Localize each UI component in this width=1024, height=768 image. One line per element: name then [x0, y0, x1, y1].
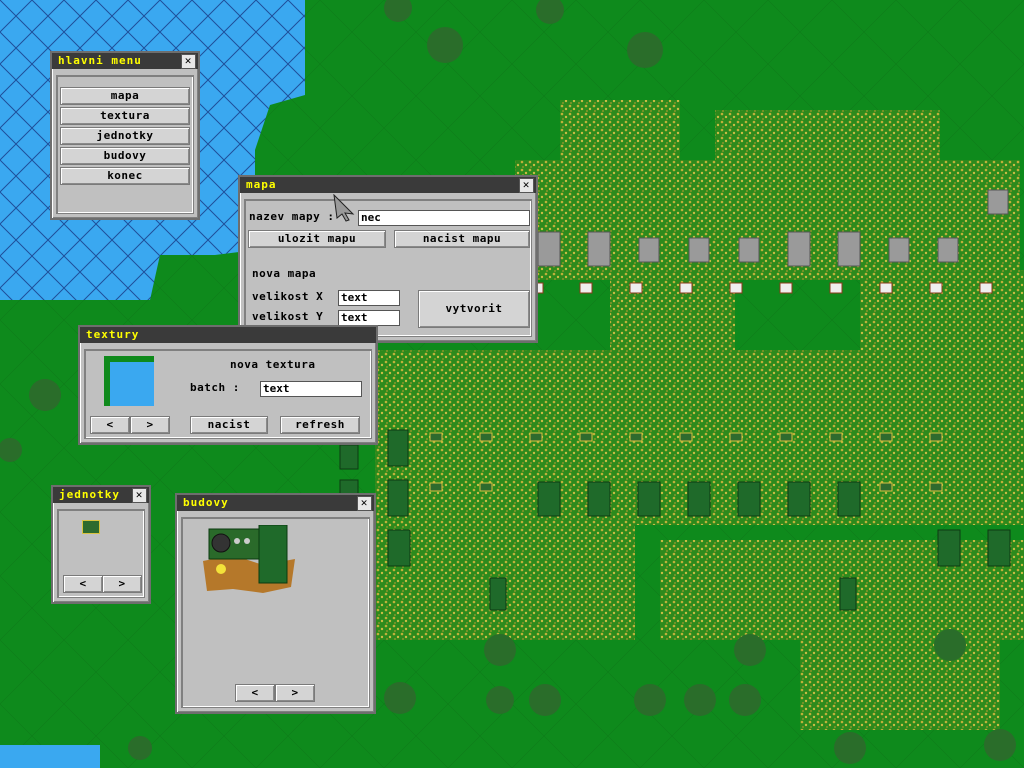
map-window-title[interactable]: mapa ✕: [240, 177, 536, 193]
size-y-field[interactable]: text: [338, 310, 400, 326]
buildings-window-title-text: budovy: [183, 496, 229, 509]
main-menu-title[interactable]: hlavni menu ✕: [52, 53, 198, 69]
menu-item-textura[interactable]: textura: [60, 107, 190, 125]
menu-item-konec[interactable]: konec: [60, 167, 190, 185]
map-window: mapa ✕ nazev mapy : nec ulozit mapu naci…: [238, 175, 538, 343]
texture-preview: [104, 356, 154, 406]
water-area-bottom: [0, 745, 100, 768]
size-y-label: velikost Y: [252, 310, 324, 323]
buildings-window-title[interactable]: budovy ✕: [177, 495, 374, 511]
map-window-title-text: mapa: [246, 178, 277, 191]
textures-window-title[interactable]: textury: [80, 327, 376, 343]
size-x-label: velikost X: [252, 290, 324, 303]
batch-field[interactable]: text: [260, 381, 362, 397]
textures-window-title-text: textury: [86, 328, 140, 341]
units-window: jednotky ✕ < >: [51, 485, 151, 604]
load-map-button[interactable]: nacist mapu: [394, 230, 530, 248]
menu-item-jednotky[interactable]: jednotky: [60, 127, 190, 145]
close-icon[interactable]: ✕: [181, 54, 196, 69]
texture-next-button[interactable]: >: [130, 416, 170, 434]
map-name-label: nazev mapy :: [249, 210, 335, 223]
close-icon[interactable]: ✕: [519, 178, 534, 193]
size-x-field[interactable]: text: [338, 290, 400, 306]
unit-next-button[interactable]: >: [102, 575, 142, 593]
new-map-label: nova mapa: [252, 267, 317, 280]
unit-preview-icon: [82, 520, 100, 534]
new-texture-label: nova textura: [230, 358, 316, 371]
building-prev-button[interactable]: <: [235, 684, 275, 702]
arrow-cursor-icon: [333, 194, 355, 222]
save-map-button[interactable]: ulozit mapu: [248, 230, 386, 248]
menu-item-mapa[interactable]: mapa: [60, 87, 190, 105]
close-icon[interactable]: ✕: [132, 488, 147, 503]
units-window-title-text: jednotky: [59, 488, 120, 501]
building-preview: [203, 525, 295, 593]
unit-prev-button[interactable]: <: [63, 575, 103, 593]
texture-prev-button[interactable]: <: [90, 416, 130, 434]
close-icon[interactable]: ✕: [357, 496, 372, 511]
textures-window: textury nova textura batch : text < > na…: [78, 325, 378, 445]
batch-label: batch :: [190, 381, 240, 394]
create-map-button[interactable]: vytvorit: [418, 290, 530, 328]
map-name-field[interactable]: nec: [358, 210, 530, 226]
units-window-title[interactable]: jednotky ✕: [53, 487, 149, 503]
building-next-button[interactable]: >: [275, 684, 315, 702]
main-menu-title-text: hlavni menu: [58, 54, 142, 67]
texture-load-button[interactable]: nacist: [190, 416, 268, 434]
texture-refresh-button[interactable]: refresh: [280, 416, 360, 434]
menu-item-budovy[interactable]: budovy: [60, 147, 190, 165]
buildings-window: budovy ✕ < >: [175, 493, 376, 714]
main-menu-window: hlavni menu ✕ mapa textura jednotky budo…: [50, 51, 200, 220]
